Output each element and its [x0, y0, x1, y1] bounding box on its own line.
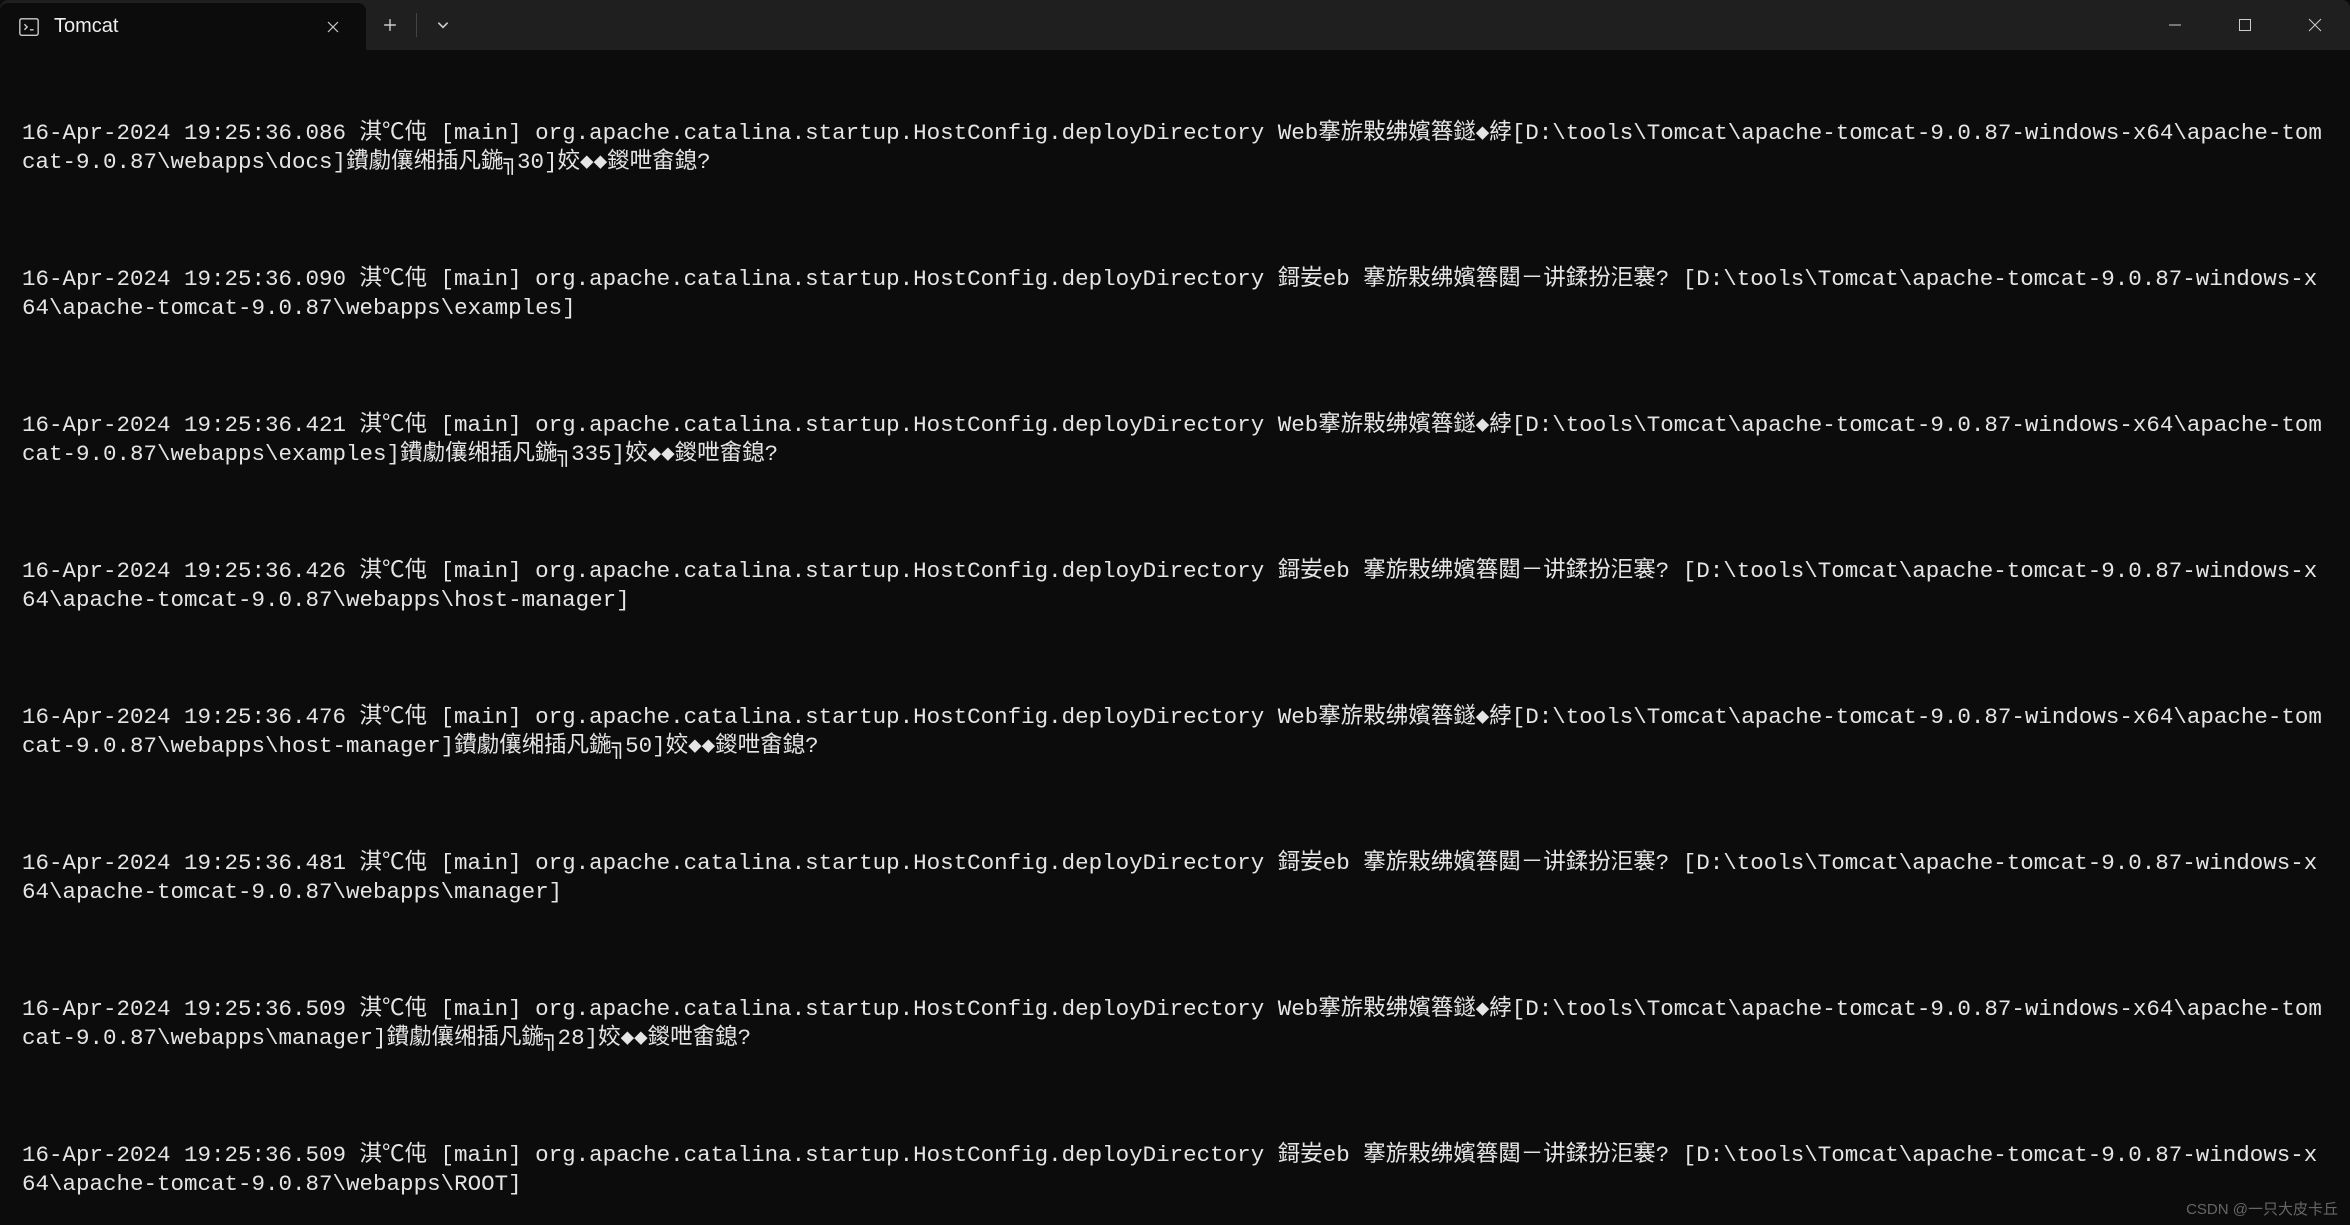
- tab-dropdown-button[interactable]: [419, 1, 467, 49]
- terminal-icon: [18, 16, 40, 38]
- maximize-button[interactable]: [2210, 0, 2280, 50]
- terminal-output[interactable]: 16-Apr-2024 19:25:36.086 淇℃伅 [main] org.…: [0, 50, 2350, 1225]
- tab-close-button[interactable]: [318, 12, 348, 42]
- log-line: 16-Apr-2024 19:25:36.481 淇℃伅 [main] org.…: [22, 849, 2328, 908]
- tabbar-actions: [366, 0, 467, 50]
- window-controls: [2140, 0, 2350, 50]
- close-window-button[interactable]: [2280, 0, 2350, 50]
- divider: [416, 13, 417, 37]
- log-line: 16-Apr-2024 19:25:36.509 淇℃伅 [main] org.…: [22, 1141, 2328, 1200]
- log-line: 16-Apr-2024 19:25:36.426 淇℃伅 [main] org.…: [22, 557, 2328, 616]
- log-line: 16-Apr-2024 19:25:36.086 淇℃伅 [main] org.…: [22, 119, 2328, 178]
- log-line: 16-Apr-2024 19:25:36.421 淇℃伅 [main] org.…: [22, 411, 2328, 470]
- minimize-button[interactable]: [2140, 0, 2210, 50]
- log-line: 16-Apr-2024 19:25:36.476 淇℃伅 [main] org.…: [22, 703, 2328, 762]
- tab-title: Tomcat: [54, 15, 304, 38]
- title-bar: Tomcat: [0, 0, 2350, 50]
- log-line: 16-Apr-2024 19:25:36.509 淇℃伅 [main] org.…: [22, 995, 2328, 1054]
- tab-tomcat[interactable]: Tomcat: [0, 3, 366, 50]
- terminal-window: Tomcat 16-Apr-: [0, 0, 2350, 1225]
- watermark: CSDN @一只大皮卡丘: [2186, 1198, 2338, 1219]
- log-line: 16-Apr-2024 19:25:36.090 淇℃伅 [main] org.…: [22, 265, 2328, 324]
- new-tab-button[interactable]: [366, 1, 414, 49]
- titlebar-drag-region[interactable]: [467, 0, 2140, 50]
